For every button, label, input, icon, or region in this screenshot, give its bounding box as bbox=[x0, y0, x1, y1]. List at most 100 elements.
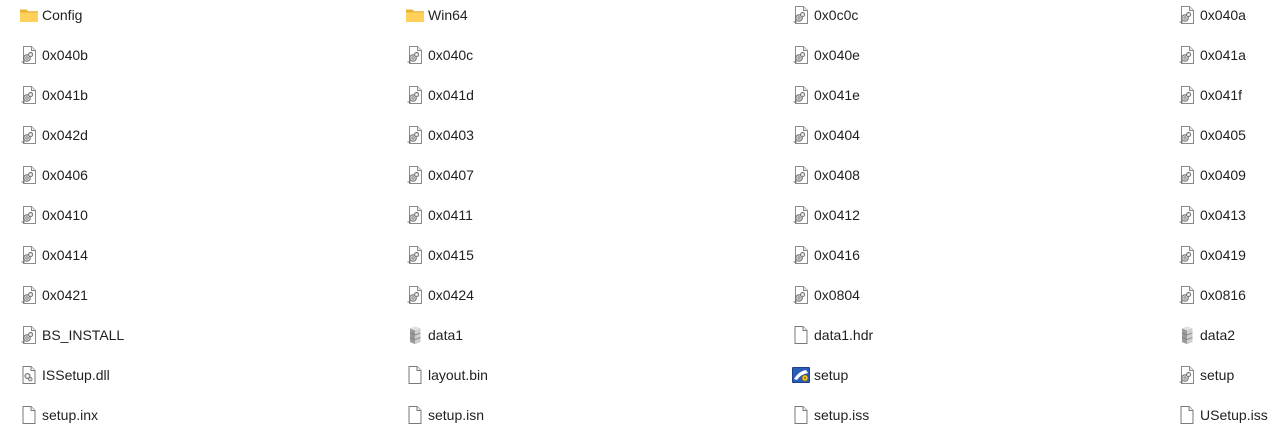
file-name-label: 0x0416 bbox=[814, 247, 860, 263]
file-item[interactable]: 0x0411 bbox=[405, 204, 473, 226]
file-item[interactable]: layout.bin bbox=[405, 364, 488, 386]
file-item[interactable]: 0x041f bbox=[1177, 84, 1242, 106]
file-item[interactable]: 0x0403 bbox=[405, 124, 474, 146]
file-item[interactable]: setup.isn bbox=[405, 404, 484, 426]
file-name-label: 0x0c0c bbox=[814, 7, 859, 23]
settings-file-icon bbox=[791, 85, 811, 105]
blank-file-icon bbox=[1177, 405, 1197, 425]
setup-app-icon bbox=[791, 365, 811, 385]
file-item[interactable]: setup.iss bbox=[791, 404, 869, 426]
file-item[interactable]: 0x040e bbox=[791, 44, 860, 66]
file-item[interactable]: 0x0404 bbox=[791, 124, 860, 146]
file-item[interactable]: 0x0415 bbox=[405, 244, 474, 266]
file-item[interactable]: 0x0409 bbox=[1177, 164, 1246, 186]
file-name-label: 0x0816 bbox=[1200, 287, 1246, 303]
file-name-label: 0x0403 bbox=[428, 127, 474, 143]
file-item[interactable]: 0x0424 bbox=[405, 284, 474, 306]
file-name-label: 0x0406 bbox=[42, 167, 88, 183]
settings-file-icon bbox=[791, 285, 811, 305]
file-item[interactable]: 0x0413 bbox=[1177, 204, 1246, 226]
file-item[interactable]: 0x0804 bbox=[791, 284, 860, 306]
settings-file-icon bbox=[405, 165, 425, 185]
file-name-label: setup.iss bbox=[814, 407, 870, 423]
file-name-label: 0x0407 bbox=[428, 167, 474, 183]
file-item[interactable]: USetup.iss bbox=[1177, 404, 1268, 426]
file-item[interactable]: 0x0414 bbox=[19, 244, 88, 266]
file-item[interactable]: setup bbox=[1177, 364, 1234, 386]
settings-file-icon bbox=[19, 45, 39, 65]
settings-file-icon bbox=[405, 245, 425, 265]
file-item[interactable]: 0x040b bbox=[19, 44, 88, 66]
file-item[interactable]: 0x042d bbox=[19, 124, 88, 146]
file-item[interactable]: 0x041e bbox=[791, 84, 860, 106]
settings-file-icon bbox=[1177, 165, 1197, 185]
settings-file-icon bbox=[791, 205, 811, 225]
blank-file-icon bbox=[19, 405, 39, 425]
settings-file-icon bbox=[1177, 125, 1197, 145]
file-item[interactable]: 0x0816 bbox=[1177, 284, 1246, 306]
file-name-label: 0x041f bbox=[1200, 87, 1243, 103]
settings-file-icon bbox=[791, 245, 811, 265]
file-item[interactable]: Config bbox=[19, 4, 82, 26]
file-item[interactable]: 0x0410 bbox=[19, 204, 88, 226]
folder-icon bbox=[19, 5, 39, 25]
file-name-label: 0x040a bbox=[1200, 7, 1246, 23]
settings-file-icon bbox=[1177, 365, 1197, 385]
file-name-label: 0x0419 bbox=[1200, 247, 1246, 263]
file-item[interactable]: 0x0407 bbox=[405, 164, 474, 186]
file-item[interactable]: 0x0419 bbox=[1177, 244, 1246, 266]
settings-file-icon bbox=[791, 45, 811, 65]
file-name-label: setup bbox=[1200, 367, 1235, 383]
file-name-label: 0x041a bbox=[1200, 47, 1246, 63]
file-item[interactable]: 0x040c bbox=[405, 44, 473, 66]
file-item[interactable]: Win64 bbox=[405, 4, 468, 26]
file-name-label: 0x041b bbox=[42, 87, 88, 103]
settings-file-icon bbox=[19, 325, 39, 345]
file-item[interactable]: BS_INSTALL bbox=[19, 324, 124, 346]
dll-file-icon bbox=[19, 365, 39, 385]
file-name-label: layout.bin bbox=[428, 367, 488, 383]
file-item[interactable]: ISSetup.dll bbox=[19, 364, 110, 386]
file-item[interactable]: data1.hdr bbox=[791, 324, 873, 346]
file-name-label: 0x0413 bbox=[1200, 207, 1246, 223]
file-item[interactable]: 0x0412 bbox=[791, 204, 860, 226]
file-item[interactable]: 0x0c0c bbox=[791, 4, 858, 26]
file-item[interactable]: 0x0408 bbox=[791, 164, 860, 186]
file-item[interactable]: 0x041d bbox=[405, 84, 474, 106]
blank-file-icon bbox=[405, 405, 425, 425]
file-item[interactable]: 0x040a bbox=[1177, 4, 1246, 26]
file-name-label: data1.hdr bbox=[814, 327, 874, 343]
file-name-label: 0x0411 bbox=[428, 207, 473, 223]
file-item[interactable]: data2 bbox=[1177, 324, 1235, 346]
file-item[interactable]: setup bbox=[791, 364, 848, 386]
file-name-label: data2 bbox=[1200, 327, 1236, 343]
settings-file-icon bbox=[1177, 85, 1197, 105]
file-name-label: ISSetup.dll bbox=[42, 367, 110, 383]
settings-file-icon bbox=[19, 85, 39, 105]
cabinet-file-icon bbox=[405, 325, 425, 345]
file-name-label: setup.isn bbox=[428, 407, 485, 423]
file-item[interactable]: 0x041b bbox=[19, 84, 88, 106]
file-item[interactable]: setup.inx bbox=[19, 404, 98, 426]
file-item[interactable]: 0x0405 bbox=[1177, 124, 1246, 146]
file-name-label: Win64 bbox=[428, 7, 468, 23]
settings-file-icon bbox=[791, 125, 811, 145]
file-item[interactable]: data1 bbox=[405, 324, 463, 346]
settings-file-icon bbox=[19, 205, 39, 225]
file-name-label: 0x041e bbox=[814, 87, 860, 103]
settings-file-icon bbox=[405, 285, 425, 305]
file-item[interactable]: 0x0421 bbox=[19, 284, 88, 306]
file-item[interactable]: 0x0416 bbox=[791, 244, 860, 266]
blank-file-icon bbox=[791, 405, 811, 425]
file-name-label: 0x0424 bbox=[428, 287, 474, 303]
file-name-label: 0x040e bbox=[814, 47, 860, 63]
file-name-label: 0x0409 bbox=[1200, 167, 1246, 183]
file-name-label: 0x0804 bbox=[814, 287, 860, 303]
settings-file-icon bbox=[405, 125, 425, 145]
file-name-label: 0x040c bbox=[428, 47, 474, 63]
file-item[interactable]: 0x041a bbox=[1177, 44, 1246, 66]
file-name-label: 0x0414 bbox=[42, 247, 88, 263]
file-name-label: Config bbox=[42, 7, 83, 23]
file-name-label: USetup.iss bbox=[1200, 407, 1268, 423]
file-item[interactable]: 0x0406 bbox=[19, 164, 88, 186]
